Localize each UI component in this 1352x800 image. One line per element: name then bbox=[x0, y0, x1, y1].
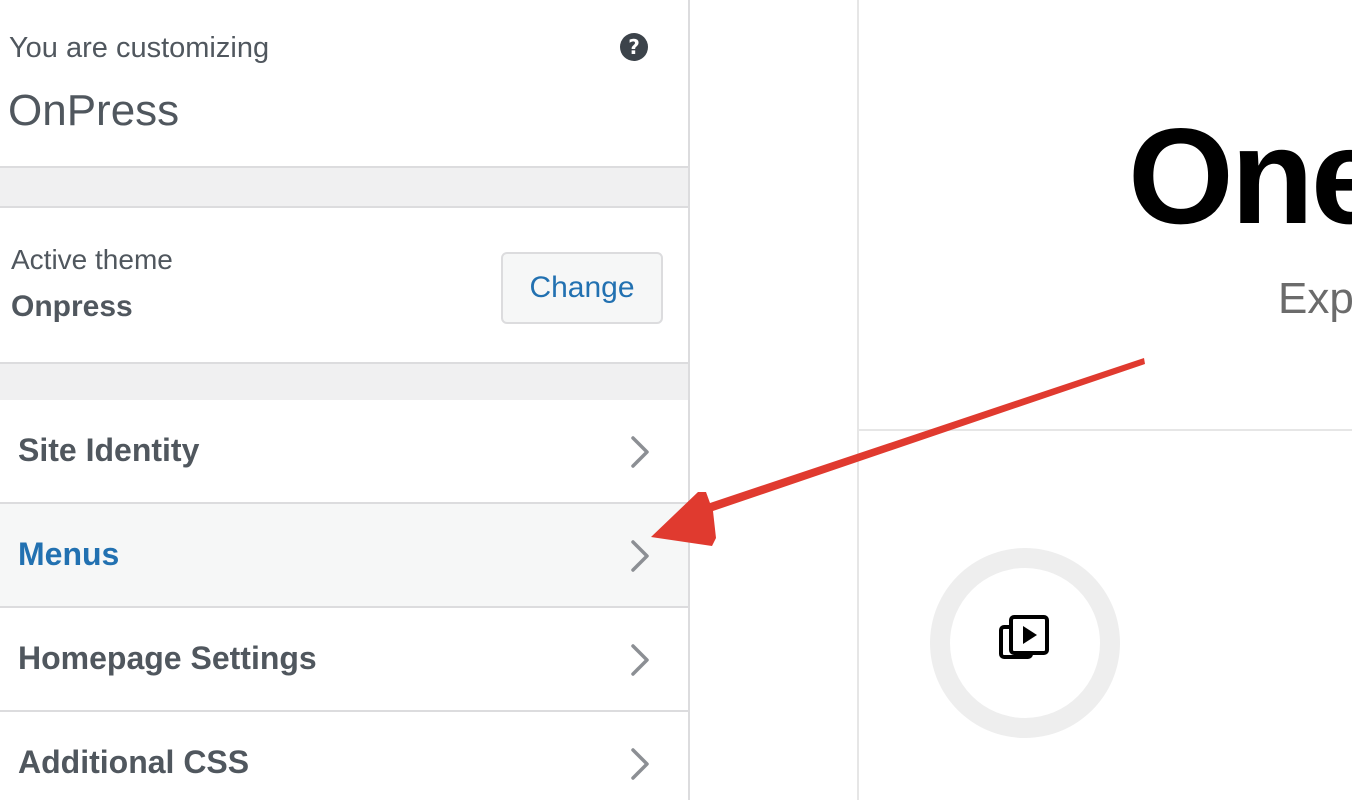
video-library-icon bbox=[999, 615, 1049, 659]
chevron-right-icon bbox=[631, 748, 649, 780]
preview-separator bbox=[859, 429, 1352, 431]
section-label: Homepage Settings bbox=[18, 640, 317, 676]
active-theme-panel: Active theme Onpress Change bbox=[0, 206, 688, 364]
preview-divider bbox=[857, 0, 859, 800]
customizer-sidebar: You are customizing OnPress ? Active the… bbox=[0, 0, 690, 800]
change-theme-button[interactable]: Change bbox=[501, 252, 663, 324]
section-label: Additional CSS bbox=[18, 744, 250, 780]
help-icon[interactable]: ? bbox=[620, 33, 648, 61]
section-label: Menus bbox=[18, 536, 120, 572]
chevron-right-icon bbox=[631, 540, 649, 572]
section-label: Site Identity bbox=[18, 432, 200, 468]
preview-heading: One bbox=[1128, 100, 1352, 252]
active-theme-label: Active theme bbox=[11, 244, 173, 275]
video-play-button[interactable] bbox=[930, 548, 1120, 738]
chevron-right-icon bbox=[631, 644, 649, 676]
section-site-identity[interactable]: Site Identity bbox=[0, 400, 688, 504]
chevron-right-icon bbox=[631, 436, 649, 468]
active-theme-name: Onpress bbox=[11, 290, 133, 323]
section-homepage-settings[interactable]: Homepage Settings bbox=[0, 608, 688, 712]
video-play-inner bbox=[950, 568, 1100, 718]
site-title: OnPress bbox=[8, 86, 180, 135]
section-additional-css[interactable]: Additional CSS bbox=[0, 712, 688, 800]
customizer-info: You are customizing OnPress ? bbox=[0, 0, 688, 168]
section-menus[interactable]: Menus bbox=[0, 504, 688, 608]
customizing-label: You are customizing bbox=[9, 32, 270, 64]
preview-subheading: Exp bbox=[1278, 274, 1352, 323]
